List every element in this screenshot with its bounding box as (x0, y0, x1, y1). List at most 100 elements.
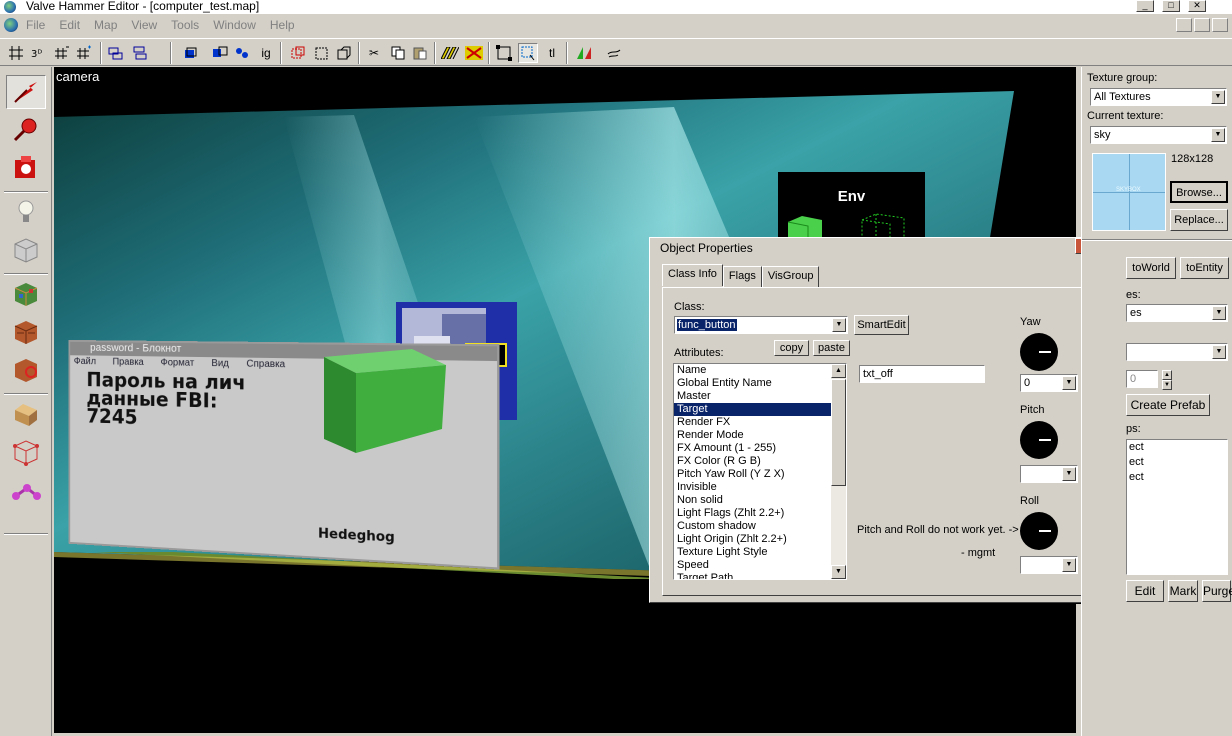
list-item[interactable]: ect (1127, 455, 1227, 470)
selection-tool-icon[interactable] (518, 43, 538, 63)
tab-class-info[interactable]: Class Info (662, 264, 723, 286)
categories-combobox[interactable]: es ▼ (1126, 304, 1228, 322)
edit-button[interactable]: Edit (1126, 580, 1164, 602)
menu-map[interactable]: Map (94, 18, 117, 32)
chevron-down-icon[interactable]: ▼ (1062, 558, 1076, 572)
close-window-button[interactable]: ✕ (1188, 0, 1206, 12)
create-prefab-button[interactable]: Create Prefab (1126, 394, 1210, 416)
group-icon[interactable] (106, 43, 126, 63)
magnify-tool[interactable] (6, 113, 46, 147)
chevron-down-icon[interactable]: ▼ (832, 318, 846, 332)
copy-button[interactable]: copy (774, 340, 809, 356)
scroll-thumb[interactable] (831, 379, 846, 486)
cut-icon[interactable]: ✂ (364, 43, 384, 63)
list-item[interactable]: Name (674, 364, 846, 377)
current-texture-combobox[interactable]: sky ▼ (1090, 126, 1227, 144)
list-item[interactable]: Target Path (674, 572, 846, 580)
visgroups-list[interactable]: ect ect ect (1126, 439, 1228, 575)
chevron-down-icon[interactable]: ▼ (1211, 128, 1225, 142)
block-tool[interactable] (6, 233, 46, 267)
func-button-cube[interactable] (322, 345, 446, 453)
chevron-down-icon[interactable]: ▼ (1062, 376, 1076, 390)
smartedit-button[interactable]: SmartEdit (854, 315, 909, 335)
list-item-selected[interactable]: Target (674, 403, 846, 416)
hide-objects-icon[interactable] (440, 43, 460, 63)
mdi-minimize-button[interactable] (1176, 18, 1192, 32)
list-item[interactable]: Texture Light Style (674, 546, 846, 559)
spin-value-field[interactable]: 0 (1126, 370, 1158, 388)
roll-combobox[interactable]: ▼ (1020, 556, 1078, 574)
chevron-down-icon[interactable]: ▼ (1062, 467, 1076, 481)
env-entity-sprite[interactable]: Env (778, 172, 925, 242)
list-item[interactable]: Light Flags (Zhlt 2.2+) (674, 507, 846, 520)
yaw-combobox[interactable]: 0 ▼ (1020, 374, 1078, 392)
browse-button[interactable]: Browse... (1170, 181, 1228, 203)
attributes-list[interactable]: Name Global Entity Name Master Target Re… (673, 363, 847, 580)
objects-combobox[interactable]: ▼ (1126, 343, 1228, 361)
menu-help[interactable]: Help (270, 18, 295, 32)
apply-current-texture-tool[interactable] (6, 315, 46, 349)
list-item[interactable]: FX Color (R G B) (674, 455, 846, 468)
maximize-button[interactable]: □ (1162, 0, 1180, 12)
list-item[interactable]: Non solid (674, 494, 846, 507)
menu-window[interactable]: Window (213, 18, 256, 32)
list-item[interactable]: Light Origin (Zhlt 2.2+) (674, 533, 846, 546)
pitch-dial[interactable] (1020, 421, 1058, 459)
purge-button[interactable]: Purge (1202, 580, 1231, 602)
grid-3d-icon[interactable]: 3ᴰ (28, 43, 48, 63)
menu-tools[interactable]: Tools (171, 18, 199, 32)
clipping-tool[interactable] (6, 397, 46, 431)
spin-down-icon[interactable]: ▼ (1162, 380, 1172, 390)
attribute-value-field[interactable]: txt_off (859, 365, 985, 383)
pitch-combobox[interactable]: ▼ (1020, 465, 1078, 483)
list-item[interactable]: Master (674, 390, 846, 403)
hide-selected-icon[interactable] (180, 43, 200, 63)
to-world-button[interactable]: toWorld (1126, 257, 1176, 279)
list-item[interactable]: ect (1127, 440, 1227, 455)
list-item[interactable]: FX Amount (1 - 255) (674, 442, 846, 455)
list-item[interactable]: Render FX (674, 416, 846, 429)
list-item[interactable]: ect (1127, 470, 1227, 485)
spin-up-icon[interactable]: ▲ (1162, 370, 1172, 380)
texture-lock-icon[interactable] (232, 43, 252, 63)
ungroup-icon[interactable] (130, 43, 150, 63)
list-item[interactable]: Render Mode (674, 429, 846, 442)
split-faces-icon[interactable] (574, 43, 594, 63)
carve-icon[interactable] (288, 43, 308, 63)
grid-toggle-icon[interactable] (6, 43, 26, 63)
list-item[interactable]: Speed (674, 559, 846, 572)
texture-application-tool[interactable] (6, 277, 46, 311)
selection-tool[interactable] (6, 75, 46, 109)
show-all-icon[interactable] (210, 43, 230, 63)
camera-tool[interactable] (6, 151, 46, 185)
list-item[interactable]: Global Entity Name (674, 377, 846, 390)
menu-file[interactable]: File (26, 18, 45, 32)
chevron-down-icon[interactable]: ▼ (1211, 90, 1225, 104)
attributes-scrollbar[interactable]: ▲ ▼ (831, 364, 846, 579)
texture-group-combobox[interactable]: All Textures ▼ (1090, 88, 1227, 106)
to-entity-button[interactable]: toEntity (1180, 257, 1229, 279)
mdi-close-button[interactable] (1212, 18, 1228, 32)
tab-flags[interactable]: Flags (723, 266, 762, 288)
make-hollow-icon[interactable] (312, 43, 332, 63)
path-tool[interactable] (6, 475, 46, 509)
copy-icon[interactable] (388, 43, 408, 63)
scroll-down-icon[interactable]: ▼ (831, 565, 846, 579)
chevron-down-icon[interactable]: ▼ (1212, 345, 1226, 359)
texture-application-icon[interactable] (464, 43, 484, 63)
list-item[interactable]: Custom shadow (674, 520, 846, 533)
clip-icon[interactable] (334, 43, 354, 63)
decal-tool-icon[interactable] (604, 43, 624, 63)
menu-view[interactable]: View (131, 18, 157, 32)
list-item[interactable]: Pitch Yaw Roll (Y Z X) (674, 468, 846, 481)
list-item[interactable]: Invisible (674, 481, 846, 494)
replace-button[interactable]: Replace... (1170, 209, 1228, 231)
grid-smaller-icon[interactable] (52, 43, 72, 63)
document-icon[interactable] (4, 18, 18, 32)
paste-icon[interactable] (410, 43, 430, 63)
decal-tool[interactable] (6, 353, 46, 387)
ignore-groups-button[interactable]: ig (256, 43, 276, 63)
text-tool-button[interactable]: tl (542, 43, 562, 63)
paste-button[interactable]: paste (813, 340, 850, 356)
class-combobox[interactable]: func_button ▼ (674, 316, 848, 334)
